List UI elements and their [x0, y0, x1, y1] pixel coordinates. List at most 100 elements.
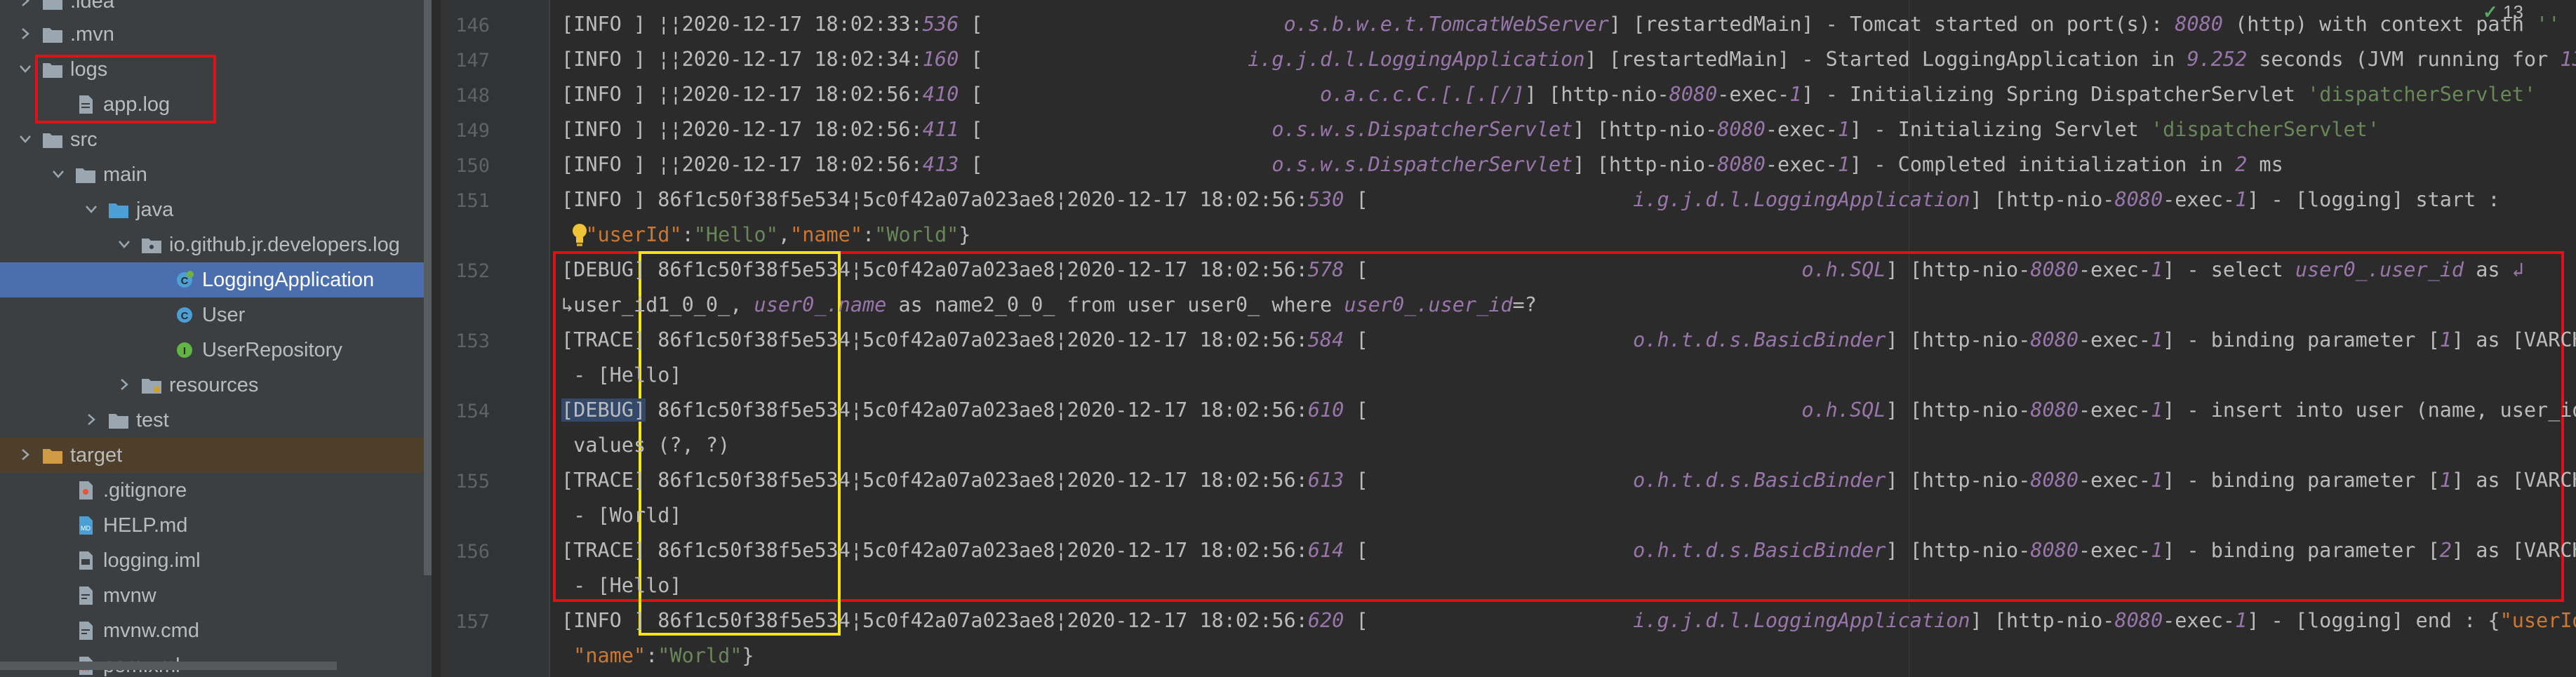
log-token: 1: [2439, 469, 2452, 492]
log-token: seconds (JVM running for: [2247, 48, 2561, 71]
svg-text:MD: MD: [81, 525, 91, 532]
line-number: 151: [455, 190, 490, 212]
chevron-down-icon[interactable]: [17, 60, 34, 77]
log-token: 2: [2235, 153, 2248, 176]
log-token: values (?, ?): [561, 434, 730, 457]
log-token: [: [959, 48, 1248, 71]
log-token: -exec-: [1765, 153, 1838, 176]
log-token: :: [862, 223, 875, 246]
chevron-right-icon[interactable]: [17, 446, 34, 463]
tree-item-io-github-jr-developers-log[interactable]: io.github.jr.developers.log: [0, 227, 432, 262]
log-token: -exec-: [1765, 118, 1838, 141]
tree-item-user[interactable]: C User: [0, 297, 432, 333]
chevron-down-icon[interactable]: [50, 166, 67, 182]
log-token: [TRACE] 86f1c50f38f5e534¦5c0f42a07a023ae…: [561, 328, 1308, 351]
log-token: "name": [561, 644, 646, 667]
tree-item-mvn[interactable]: .mvn: [0, 17, 432, 52]
tree-item-test[interactable]: test: [0, 403, 432, 438]
log-token: i.g.j.d.l.LoggingApplication: [1248, 48, 1585, 71]
log-token: 1: [2235, 188, 2248, 211]
log-token: }: [742, 644, 754, 667]
log-line-wrap: "name":"World"}: [561, 643, 754, 669]
tree-item-label: logging.iml: [103, 549, 201, 572]
log-line-wrap: values (?, ?): [561, 433, 730, 458]
chevron-down-icon[interactable]: [17, 130, 34, 147]
package-icon: [141, 235, 162, 255]
log-token: 413: [922, 153, 959, 176]
chevron-down-icon[interactable]: [83, 201, 100, 217]
tree-item-src[interactable]: src: [0, 122, 432, 157]
tree-item-gitignore[interactable]: .gitignore: [0, 473, 432, 508]
tree-item-idea[interactable]: .idea: [0, 0, 432, 19]
tree-item-mvnw[interactable]: mvnw: [0, 578, 432, 613]
tree-item-mvnw-cmd[interactable]: mvnw.cmd: [0, 613, 432, 648]
log-token: :: [681, 223, 694, 246]
log-token: [INFO ] ¦¦2020-12-17 18:02:56:: [561, 83, 923, 106]
tree-item-loggingapplication[interactable]: C LoggingApplication: [0, 262, 432, 297]
log-token: 411: [922, 118, 959, 141]
chevron-right-icon[interactable]: [116, 376, 133, 393]
log-token: [INFO ] 86f1c50f38f5e534¦5c0f42a07a023ae…: [561, 188, 1308, 211]
log-line-wrap: - [Hello]: [561, 573, 681, 598]
tree-item-main[interactable]: main: [0, 157, 432, 192]
log-token: o.h.SQL: [1801, 258, 1886, 281]
log-token: [TRACE] 86f1c50f38f5e534¦5c0f42a07a023ae…: [561, 469, 1308, 492]
tree-item-userrepository[interactable]: I UserRepository: [0, 333, 432, 368]
log-token: "userId": [561, 223, 682, 246]
tree-item-target[interactable]: target: [0, 438, 432, 473]
log-token: - [World]: [561, 504, 682, 527]
log-token: [: [1344, 469, 1634, 492]
gitignore-file-icon: [75, 481, 96, 500]
log-token: (http) with context path: [2222, 13, 2537, 36]
log-token: ] [http-nio-: [1573, 118, 1718, 141]
log-token: "World": [874, 223, 959, 246]
chevron-right-icon[interactable]: [17, 0, 34, 9]
tree-item-label: .mvn: [70, 23, 114, 46]
log-token: -exec-: [2078, 398, 2151, 422]
log-token: [TRACE] 86f1c50f38f5e534¦5c0f42a07a023ae…: [561, 539, 1308, 562]
sidebar-scrollbar[interactable]: [424, 0, 432, 575]
class-icon: C: [174, 305, 195, 325]
log-token: 613: [1307, 469, 1344, 492]
log-token: [INFO ] ¦¦2020-12-17 18:02:56:: [561, 118, 923, 141]
horizontal-scrollbar[interactable]: [0, 662, 337, 670]
chevron-right-icon[interactable]: [83, 411, 100, 428]
tree-item-resources[interactable]: resources: [0, 368, 432, 403]
tree-item-java[interactable]: java: [0, 192, 432, 227]
svg-text:I: I: [183, 345, 186, 357]
log-token: user0_.user_id: [1344, 293, 1513, 316]
log-token: "World": [658, 644, 742, 667]
log-line: [INFO ] 86f1c50f38f5e534¦5c0f42a07a023ae…: [561, 187, 2512, 213]
log-token: 8080: [2030, 469, 2078, 492]
log-line-wrap: "userId":"Hello","name":"World"}: [561, 222, 970, 248]
tree-item-label: main: [103, 163, 147, 186]
log-token: o.h.t.d.s.BasicBinder: [1633, 328, 1886, 351]
log-token: 8080: [2114, 609, 2163, 632]
log-token: "name": [790, 223, 862, 246]
log-token: i.g.j.d.l.LoggingApplication: [1633, 609, 1970, 632]
log-token: ] [http-nio-: [1886, 328, 2031, 351]
log-token: ] - binding parameter [: [2163, 469, 2440, 492]
line-number: 153: [455, 330, 490, 352]
log-token: [INFO ] ¦¦2020-12-17 18:02:33:: [561, 13, 923, 36]
log-token: :: [646, 644, 658, 667]
tree-item-logging-iml[interactable]: logging.iml: [0, 543, 432, 578]
log-line: [TRACE] 86f1c50f38f5e534¦5c0f42a07a023ae…: [561, 328, 2576, 353]
log-token: ] - binding parameter [: [2163, 328, 2440, 351]
line-number: 147: [455, 50, 490, 72]
log-token: 8080: [2030, 398, 2078, 422]
log-token: [INFO ] ¦¦2020-12-17 18:02:56:: [561, 153, 923, 176]
line-number: 148: [455, 85, 490, 107]
chevron-right-icon[interactable]: [17, 25, 34, 42]
log-token: user0_.user_id: [2295, 258, 2464, 281]
log-token: 2: [2439, 539, 2452, 562]
chevron-down-icon[interactable]: [116, 236, 133, 253]
log-token: 160: [922, 48, 959, 71]
log-token: 1: [1837, 118, 1850, 141]
tree-item-help-md[interactable]: MD HELP.md: [0, 508, 432, 543]
source-folder-icon: [108, 200, 129, 220]
resources-folder-icon: [141, 375, 162, 395]
log-token: [: [1344, 328, 1634, 351]
log-line: [INFO ] 86f1c50f38f5e534¦5c0f42a07a023ae…: [561, 608, 2576, 634]
log-token: 1: [2150, 398, 2163, 422]
